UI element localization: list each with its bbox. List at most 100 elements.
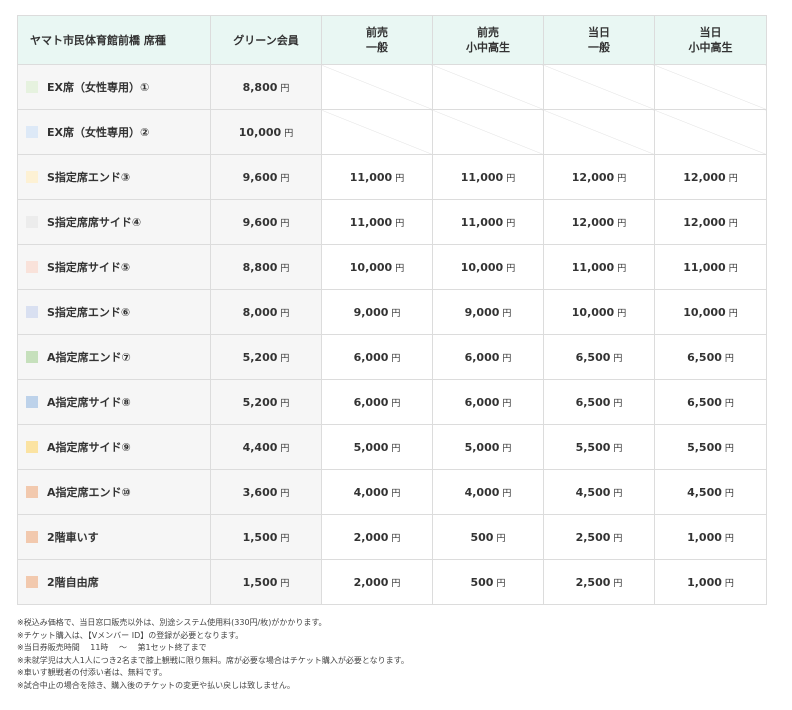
price-cell: 10,000 円 bbox=[432, 244, 544, 290]
price-value: 6,000 bbox=[464, 350, 500, 364]
price-value: 9,600 bbox=[242, 215, 278, 229]
yen-unit: 円 bbox=[613, 443, 623, 454]
price-cell: 5,500 円 bbox=[543, 424, 655, 470]
seat-color-swatch bbox=[26, 486, 38, 498]
price-value: 500 bbox=[470, 575, 494, 589]
yen-unit: 円 bbox=[724, 578, 734, 589]
price-value: 11,000 bbox=[349, 215, 393, 229]
table-body: EX席（女性専用）① 8,800 円 EX席（女性専用）② 10,000 円 S指定席エンド… bbox=[17, 64, 767, 605]
price-value: 3,600 bbox=[242, 485, 278, 499]
price-cell: 6,500 円 bbox=[543, 334, 655, 380]
price-value: 11,000 bbox=[349, 170, 393, 184]
yen-unit: 円 bbox=[502, 443, 512, 454]
seat-type-label: S指定席エンド③ bbox=[47, 171, 131, 184]
price-value: 11,000 bbox=[460, 215, 504, 229]
price-cell: 6,000 円 bbox=[321, 334, 433, 380]
yen-unit: 円 bbox=[280, 308, 290, 319]
table-row: EX席（女性専用）② 10,000 円 bbox=[17, 109, 767, 155]
seat-type-label: A指定席エンド⑩ bbox=[47, 486, 131, 499]
notes: ※税込み価格で、当日窓口販売以外は、別途システム使用料(330円/枚)がかかりま… bbox=[17, 617, 777, 692]
price-cell: 4,000 円 bbox=[321, 469, 433, 515]
price-value: 500 bbox=[470, 530, 494, 544]
price-cell: 5,000 円 bbox=[432, 424, 544, 470]
seat-type-label: A指定席エンド⑦ bbox=[47, 351, 131, 364]
seat-color-swatch bbox=[26, 171, 38, 183]
price-cell: 8,800 円 bbox=[210, 64, 322, 110]
price-cell: 12,000 円 bbox=[654, 154, 767, 200]
yen-unit: 円 bbox=[395, 263, 405, 274]
price-value: 6,500 bbox=[687, 395, 722, 409]
yen-unit: 円 bbox=[506, 218, 516, 229]
seat-color-swatch bbox=[26, 576, 38, 588]
price-cell: 2,000 円 bbox=[321, 559, 433, 605]
yen-unit: 円 bbox=[496, 578, 506, 589]
seat-type-label: S指定席サイド⑤ bbox=[47, 261, 131, 274]
seat-type-label: S指定席席サイド④ bbox=[47, 216, 142, 229]
yen-unit: 円 bbox=[506, 263, 516, 274]
yen-unit: 円 bbox=[280, 263, 290, 274]
price-value: 2,000 bbox=[353, 575, 389, 589]
price-value: 12,000 bbox=[683, 215, 726, 229]
price-value: 10,000 bbox=[349, 260, 393, 274]
yen-unit: 円 bbox=[724, 443, 734, 454]
price-cell: 2,000 円 bbox=[321, 514, 433, 560]
price-cell: 9,600 円 bbox=[210, 199, 322, 245]
price-value: 5,500 bbox=[687, 440, 722, 454]
yen-unit: 円 bbox=[496, 533, 506, 544]
yen-unit: 円 bbox=[728, 173, 738, 184]
seat-type-label: S指定席エンド⑥ bbox=[47, 306, 131, 319]
header-sameday-student: 当日 小中高生 bbox=[654, 15, 767, 65]
price-value: 1,000 bbox=[687, 575, 722, 589]
price-cell: 500 円 bbox=[432, 559, 544, 605]
seat-type-cell: S指定席エンド⑥ bbox=[17, 289, 211, 335]
price-cell: 5,500 円 bbox=[654, 424, 767, 470]
yen-unit: 円 bbox=[280, 173, 290, 184]
yen-unit: 円 bbox=[728, 263, 738, 274]
price-value: 8,000 bbox=[242, 305, 278, 319]
yen-unit: 円 bbox=[502, 353, 512, 364]
price-value: 10,000 bbox=[238, 125, 282, 139]
seat-type-label: A指定席サイド⑨ bbox=[47, 441, 131, 454]
yen-unit: 円 bbox=[391, 353, 401, 364]
price-cell-unavailable bbox=[321, 109, 433, 155]
table-row: S指定席サイド⑤ 8,800 円 10,000 円 10,000 円 11,000 円 11,00… bbox=[17, 244, 767, 290]
price-value: 6,000 bbox=[464, 395, 500, 409]
yen-unit: 円 bbox=[724, 533, 734, 544]
price-value: 4,400 bbox=[242, 440, 278, 454]
price-cell: 4,500 円 bbox=[543, 469, 655, 515]
price-cell: 6,000 円 bbox=[321, 379, 433, 425]
price-cell: 8,800 円 bbox=[210, 244, 322, 290]
yen-unit: 円 bbox=[502, 398, 512, 409]
note-line: ※税込み価格で、当日窓口販売以外は、別途システム使用料(330円/枚)がかかりま… bbox=[17, 618, 327, 627]
price-value: 9,600 bbox=[242, 170, 278, 184]
price-cell: 1,500 円 bbox=[210, 514, 322, 560]
price-cell: 500 円 bbox=[432, 514, 544, 560]
table-row: S指定席エンド③ 9,600 円 11,000 円 11,000 円 12,000 円 12,00… bbox=[17, 154, 767, 200]
price-value: 6,000 bbox=[353, 395, 389, 409]
price-value: 11,000 bbox=[683, 260, 726, 274]
yen-unit: 円 bbox=[728, 218, 738, 229]
price-value: 6,000 bbox=[353, 350, 389, 364]
price-cell: 2,500 円 bbox=[543, 559, 655, 605]
price-cell: 11,000 円 bbox=[543, 244, 655, 290]
seat-color-swatch bbox=[26, 216, 38, 228]
header-label: 前売 bbox=[366, 26, 388, 39]
yen-unit: 円 bbox=[280, 488, 290, 499]
price-cell: 10,000 円 bbox=[210, 109, 322, 155]
price-value: 2,000 bbox=[353, 530, 389, 544]
header-label: 小中高生 bbox=[688, 41, 733, 54]
price-value: 8,800 bbox=[242, 80, 278, 94]
seat-type-label: EX席（女性専用）① bbox=[47, 81, 150, 94]
price-cell: 4,000 円 bbox=[432, 469, 544, 515]
header-label: 一般 bbox=[588, 41, 610, 54]
yen-unit: 円 bbox=[280, 353, 290, 364]
yen-unit: 円 bbox=[391, 443, 401, 454]
price-cell-unavailable bbox=[543, 64, 655, 110]
yen-unit: 円 bbox=[395, 218, 405, 229]
price-value: 5,200 bbox=[242, 395, 278, 409]
table-row: A指定席エンド⑩ 3,600 円 4,000 円 4,000 円 4,500 円 4,500 円 bbox=[17, 469, 767, 515]
table-row: 2階自由席 1,500 円 2,000 円 500 円 2,500 円 1,000 円 bbox=[17, 559, 767, 605]
price-cell: 2,500 円 bbox=[543, 514, 655, 560]
yen-unit: 円 bbox=[280, 218, 290, 229]
table-row: EX席（女性専用）① 8,800 円 bbox=[17, 64, 767, 110]
